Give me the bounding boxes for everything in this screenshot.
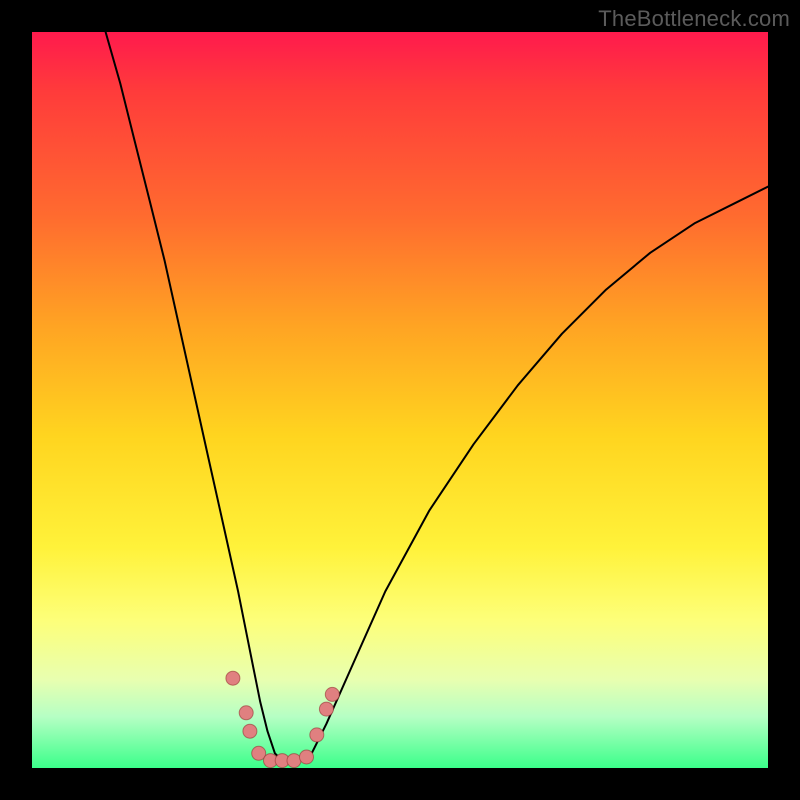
chart-marker: [226, 671, 240, 685]
chart-marker: [239, 706, 253, 720]
chart-marker: [300, 750, 314, 764]
chart-frame: TheBottleneck.com: [0, 0, 800, 800]
chart-marker: [310, 728, 324, 742]
watermark-text: TheBottleneck.com: [598, 6, 790, 32]
chart-plot-area: [32, 32, 768, 768]
chart-marker: [243, 724, 257, 738]
chart-markers: [226, 671, 339, 767]
chart-marker: [287, 754, 301, 768]
chart-marker: [319, 702, 333, 716]
chart-curve: [106, 32, 768, 761]
chart-marker: [325, 687, 339, 701]
chart-svg: [32, 32, 768, 768]
